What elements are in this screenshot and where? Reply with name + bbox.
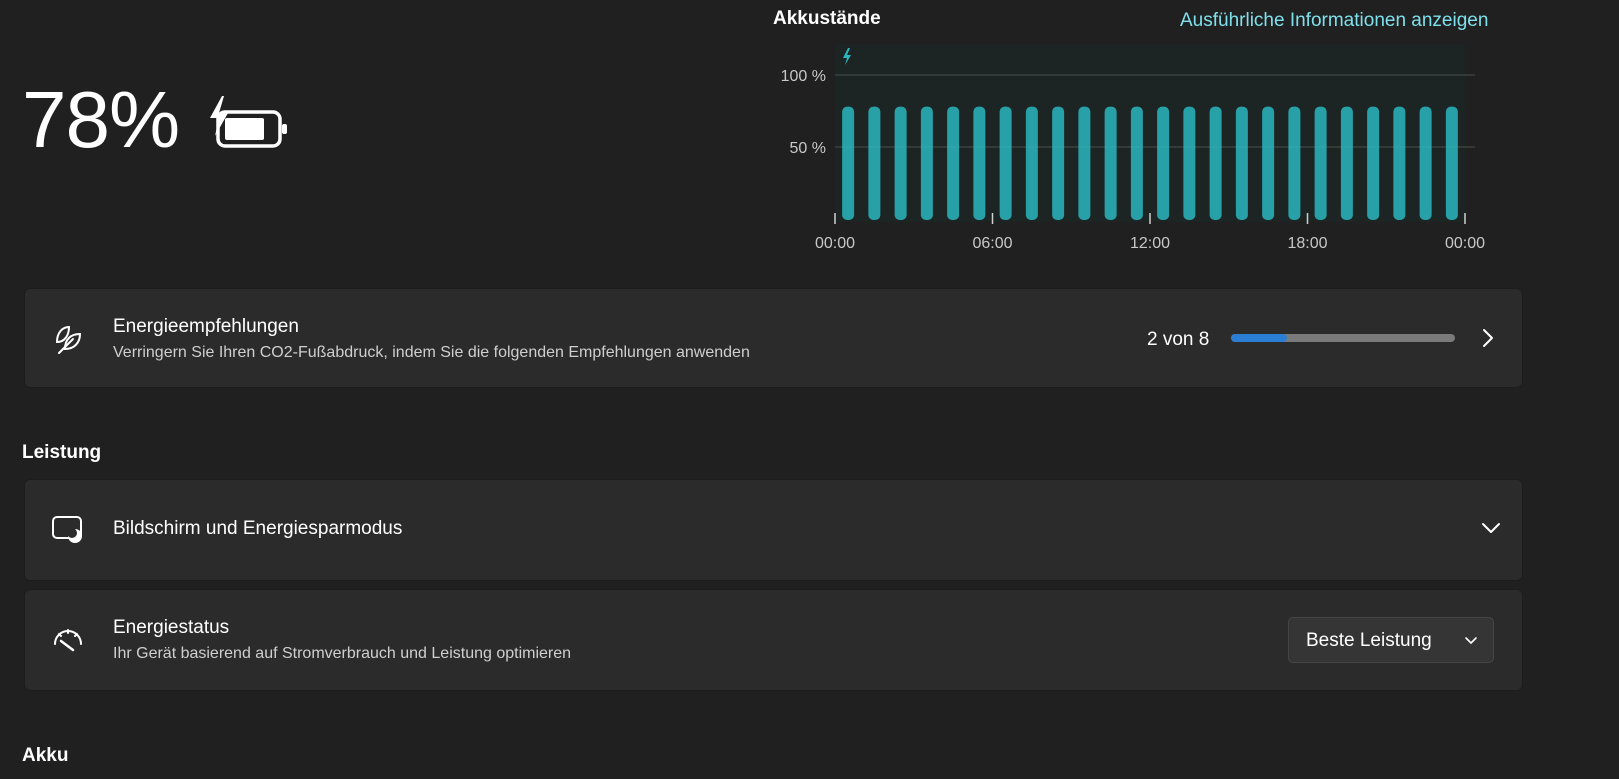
x-tick-label: 06:00 [972, 235, 1012, 252]
battery-charging-icon [206, 96, 290, 159]
chart-bar [1183, 106, 1196, 220]
chart-title: Akkustände [773, 8, 881, 29]
progress-fill [1231, 334, 1287, 342]
chart-bar [1288, 106, 1301, 220]
chevron-down-icon [1463, 634, 1479, 652]
chart-bar [1130, 106, 1143, 220]
chart-bar [1157, 106, 1170, 220]
chart-bar [999, 106, 1012, 220]
chart-bar [1340, 106, 1353, 220]
power-mode-selected: Beste Leistung [1306, 630, 1432, 651]
chart-bar [1235, 106, 1248, 220]
chart-bar [1104, 106, 1117, 220]
chart-bar [1262, 106, 1275, 220]
card-subtitle: Ihr Gerät basierend auf Stromverbrauch u… [113, 645, 572, 662]
energy-recommendations-card[interactable]: Energieempfehlungen Verringern Sie Ihren… [24, 288, 1523, 388]
screen-sleep-icon [51, 514, 85, 551]
screen-sleep-card[interactable]: Bildschirm und Energiesparmodus [24, 479, 1523, 581]
chart-bar [973, 106, 986, 220]
chart-bar [1078, 106, 1091, 220]
gauge-icon [51, 624, 85, 661]
chevron-right-icon[interactable] [1480, 327, 1496, 354]
x-tick-label: 00:00 [1445, 235, 1485, 252]
chevron-down-icon[interactable] [1480, 520, 1502, 541]
chart-bar [1419, 106, 1432, 220]
chart-bar [1367, 106, 1380, 220]
chart-bar [868, 106, 881, 220]
recommendations-count: 2 von 8 [1147, 329, 1210, 350]
leaf-icon [51, 322, 85, 361]
section-heading-leistung: Leistung [22, 442, 102, 463]
recommendations-progress-bar [1231, 334, 1455, 342]
chart-bar [842, 106, 855, 220]
x-tick-label: 12:00 [1130, 235, 1170, 252]
power-mode-card: Energiestatus Ihr Gerät basierend auf St… [24, 589, 1523, 691]
chart-bar [1393, 106, 1406, 220]
chart-bar [1209, 106, 1222, 220]
chart-bar [947, 106, 960, 220]
card-title: Energieempfehlungen [113, 316, 299, 337]
chart-bar [1314, 106, 1327, 220]
x-tick-label: 18:00 [1287, 235, 1327, 252]
chart-bar [1445, 106, 1458, 220]
chart-bar [1025, 106, 1038, 220]
x-tick-label: 00:00 [815, 235, 855, 252]
power-mode-dropdown[interactable]: Beste Leistung [1288, 617, 1494, 663]
chart-bar [920, 106, 933, 220]
chart-bar [894, 106, 907, 220]
battery-level-chart: 100 % 50 % 00:00 06:00 12:00 18:00 00:00 [770, 42, 1490, 267]
card-title: Energiestatus [113, 617, 230, 638]
y-tick-label: 50 % [790, 140, 826, 157]
section-heading-akku: Akku [22, 745, 69, 766]
card-subtitle: Verringern Sie Ihren CO2-Fußabdruck, ind… [113, 344, 750, 361]
y-tick-label: 100 % [781, 68, 826, 85]
card-title: Bildschirm und Energiesparmodus [113, 518, 403, 539]
details-link[interactable]: Ausführliche Informationen anzeigen [1180, 10, 1488, 32]
chart-bar [1052, 106, 1065, 220]
battery-percentage: 78% [22, 75, 180, 164]
